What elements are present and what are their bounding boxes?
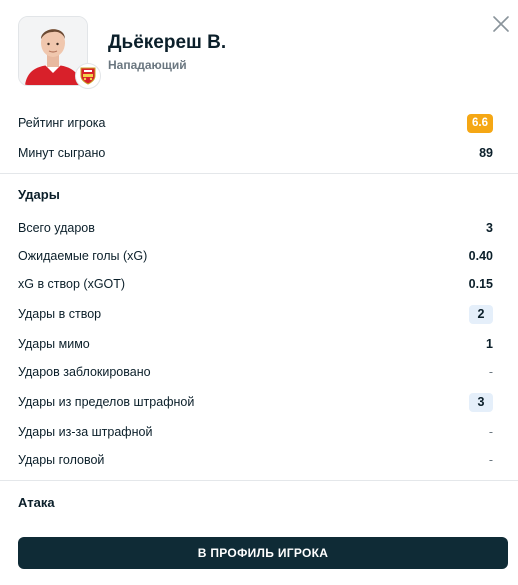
section-title-shots: Удары [18, 187, 60, 202]
rating-badge: 6.6 [467, 113, 493, 133]
stat-value: - [488, 365, 493, 379]
stat-row: xG в створ (xGOT) 0.15 [18, 273, 493, 295]
stat-label: Удары из пределов штрафной [18, 395, 195, 409]
stat-row: Удары из-за штрафной - [18, 421, 493, 443]
player-profile-button[interactable]: В ПРОФИЛЬ ИГРОКА [18, 537, 508, 569]
stat-label: Удары головой [18, 453, 105, 467]
stat-value: 3 [486, 221, 493, 235]
stat-label: xG в створ (xGOT) [18, 277, 126, 291]
divider [0, 480, 518, 481]
stat-value: 1 [486, 337, 493, 351]
stat-row: Ударов заблокировано - [18, 361, 493, 383]
player-name: Дьёкереш В. [108, 32, 227, 53]
stat-label: Ударов заблокировано [18, 365, 151, 379]
section-title-attack: Атака [18, 495, 55, 510]
player-position: Нападающий [108, 58, 187, 72]
minutes-row: Минут сыграно 89 [18, 142, 493, 164]
minutes-label: Минут сыграно [18, 146, 106, 160]
stat-label: Удары из-за штрафной [18, 425, 153, 439]
stat-row: Удары в створ 2 [18, 303, 493, 325]
stat-row: Удары мимо 1 [18, 333, 493, 355]
divider [0, 173, 518, 174]
rating-label: Рейтинг игрока [18, 116, 106, 130]
stat-value: 2 [469, 304, 493, 324]
stat-value: - [488, 453, 493, 467]
minutes-value: 89 [479, 146, 493, 160]
stat-value: 0.40 [468, 249, 493, 263]
stat-label: Ожидаемые голы (xG) [18, 249, 148, 263]
stat-value: 0.15 [468, 277, 493, 291]
arsenal-crest-icon [75, 63, 101, 89]
stat-value: - [488, 425, 493, 439]
stat-value: 3 [469, 392, 493, 412]
player-header: Дьёкереш В. Нападающий [18, 16, 498, 89]
rating-row: Рейтинг игрока 6.6 [18, 112, 493, 134]
stat-row: Всего ударов 3 [18, 217, 493, 239]
stat-row: Удары из пределов штрафной 3 [18, 391, 493, 413]
stat-label: Удары в створ [18, 307, 102, 321]
stat-row: Ожидаемые голы (xG) 0.40 [18, 245, 493, 267]
stat-row: Удары головой - [18, 449, 493, 471]
stat-label: Удары мимо [18, 337, 90, 351]
stat-label: Всего ударов [18, 221, 95, 235]
